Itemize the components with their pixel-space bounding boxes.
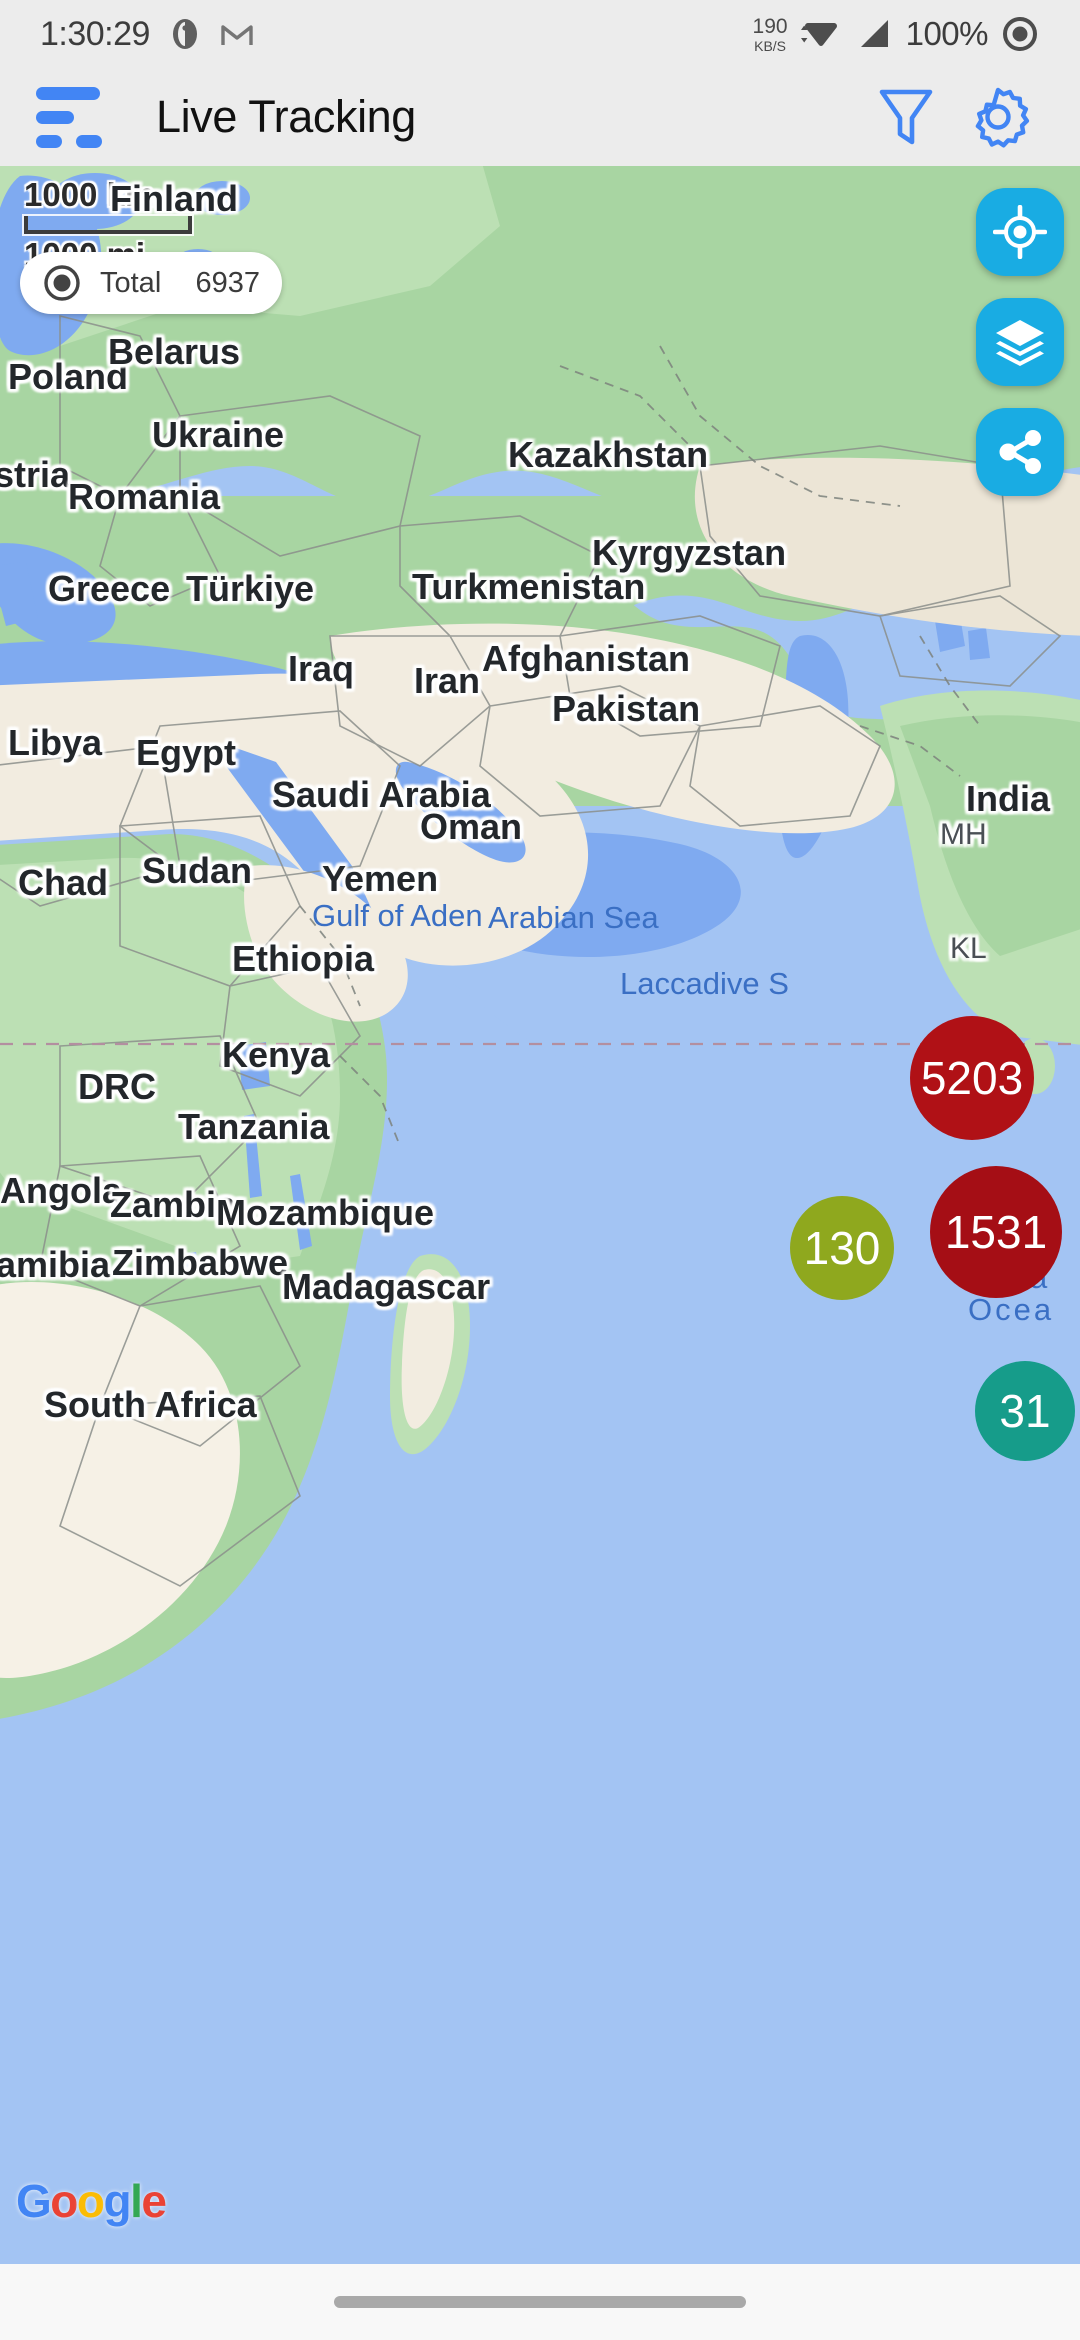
share-icon (999, 430, 1041, 474)
menu-line-2 (36, 110, 74, 124)
map-layers-fab[interactable] (976, 298, 1064, 386)
network-speed-unit: KB/S (754, 37, 787, 54)
total-label: Total (100, 266, 162, 299)
cellular-signal-icon (860, 20, 888, 47)
cluster-marker[interactable]: 5203 (910, 1016, 1034, 1140)
share-fab[interactable] (976, 408, 1064, 496)
status-bar-right: 190 KB/S 100% (753, 14, 1040, 54)
cluster-marker[interactable]: 31 (975, 1361, 1075, 1461)
menu-line-3-row (36, 134, 108, 148)
menu-line-1 (36, 86, 100, 100)
gmail-icon (221, 25, 253, 45)
map-basemap (0, 166, 1080, 2264)
menu-line-3b (76, 134, 102, 148)
radio-target-icon (44, 265, 80, 301)
home-gesture-pill[interactable] (334, 2296, 746, 2308)
app-bar: Live Tracking (0, 68, 1080, 166)
cluster-marker[interactable]: 1531 (930, 1166, 1062, 1298)
cluster-marker[interactable]: 130 (790, 1196, 894, 1300)
page-title: Live Tracking (156, 91, 416, 142)
total-value: 6937 (195, 266, 260, 299)
map-action-buttons (976, 188, 1064, 496)
battery-percentage: 100% (905, 15, 989, 52)
menu-line-3a (36, 134, 62, 148)
clock-face-icon (172, 19, 197, 49)
filter-funnel-icon[interactable] (860, 71, 952, 163)
wifi-icon (800, 23, 837, 46)
total-count-chip[interactable]: Total 6937 (20, 252, 282, 314)
network-speed-indicator: 190 KB/S (753, 16, 788, 53)
android-navigation-bar (0, 2264, 1080, 2340)
map-canvas[interactable]: 1000 km 1000 mi Total 6937 (0, 166, 1080, 2264)
crosshair-icon (993, 205, 1047, 259)
network-speed-value: 190 (752, 14, 788, 38)
status-clock: 1:30:29 (40, 14, 150, 53)
my-location-fab[interactable] (976, 188, 1064, 276)
layers-icon (996, 320, 1044, 366)
gear-icon[interactable] (952, 71, 1044, 163)
menu-line-2-row (36, 110, 108, 124)
dnd-icon (1003, 17, 1037, 51)
hamburger-menu-icon[interactable] (36, 86, 108, 148)
status-bar-left: 1:30:29 (40, 15, 254, 54)
status-bar: 1:30:29 190 KB/S 100% (0, 0, 1080, 68)
